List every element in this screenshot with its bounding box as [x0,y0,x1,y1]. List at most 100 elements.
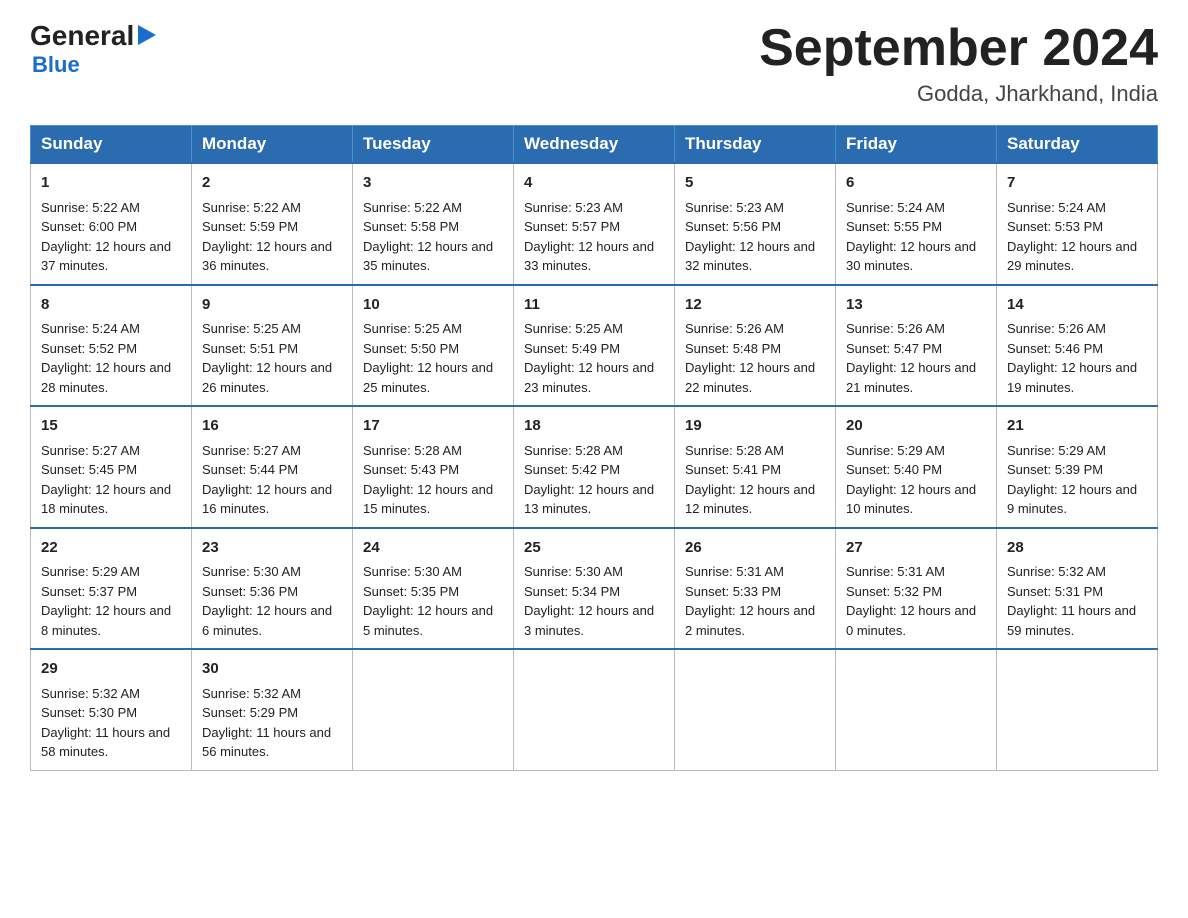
day-number: 11 [524,294,664,317]
day-number: 26 [685,537,825,560]
day-number: 1 [41,172,181,195]
day-number: 23 [202,537,342,560]
calendar-cell-5-3 [353,649,514,770]
calendar-week-5: 29 Sunrise: 5:32 AMSunset: 5:30 PMDayligh… [31,649,1158,770]
day-number: 29 [41,658,181,681]
calendar-cell-4-3: 24Sunrise: 5:30 AMSunset: 5:35 PMDayligh… [353,528,514,650]
col-monday: Monday [192,126,353,164]
calendar-cell-3-2: 16 Sunrise: 5:27 AMSunset: 5:44 PMDayligh… [192,406,353,528]
day-info: Sunrise: 5:25 AMSunset: 5:51 PMDaylight:… [202,319,342,397]
calendar-cell-2-7: 14Sunrise: 5:26 AMSunset: 5:46 PMDayligh… [997,285,1158,407]
day-number: 4 [524,172,664,195]
day-info: Sunrise: 5:27 AMSunset: 5:44 PMDaylight:… [202,441,342,519]
day-number: 3 [363,172,503,195]
logo: General Blue [30,20,156,78]
calendar-cell-2-1: 8Sunrise: 5:24 AMSunset: 5:52 PMDaylight… [31,285,192,407]
day-number: 13 [846,294,986,317]
calendar-cell-3-6: 20 Sunrise: 5:29 AMSunset: 5:40 PMDayligh… [836,406,997,528]
col-tuesday: Tuesday [353,126,514,164]
day-number: 20 [846,415,986,438]
day-info: Sunrise: 5:28 AMSunset: 5:42 PMDaylight:… [524,441,664,519]
day-info: Sunrise: 5:26 AMSunset: 5:47 PMDaylight:… [846,319,986,397]
day-info: Sunrise: 5:32 AMSunset: 5:30 PMDaylight:… [41,684,181,762]
day-info: Sunrise: 5:29 AMSunset: 5:40 PMDaylight:… [846,441,986,519]
day-info: Sunrise: 5:27 AMSunset: 5:45 PMDaylight:… [41,441,181,519]
day-info: Sunrise: 5:22 AMSunset: 5:59 PMDaylight:… [202,198,342,276]
calendar-cell-5-2: 30 Sunrise: 5:32 AMSunset: 5:29 PMDayligh… [192,649,353,770]
day-info: Sunrise: 5:30 AMSunset: 5:34 PMDaylight:… [524,562,664,640]
day-info: Sunrise: 5:22 AMSunset: 6:00 PMDaylight:… [41,198,181,276]
day-number: 30 [202,658,342,681]
calendar-cell-2-5: 12Sunrise: 5:26 AMSunset: 5:48 PMDayligh… [675,285,836,407]
calendar-cell-1-2: 2Sunrise: 5:22 AMSunset: 5:59 PMDaylight… [192,163,353,285]
col-thursday: Thursday [675,126,836,164]
calendar-week-1: 1 Sunrise: 5:22 AMSunset: 6:00 PMDaylight… [31,163,1158,285]
day-info: Sunrise: 5:26 AMSunset: 5:46 PMDaylight:… [1007,319,1147,397]
calendar-cell-1-4: 4 Sunrise: 5:23 AMSunset: 5:57 PMDaylight… [514,163,675,285]
day-info: Sunrise: 5:32 AMSunset: 5:29 PMDaylight:… [202,684,342,762]
calendar-cell-1-6: 6Sunrise: 5:24 AMSunset: 5:55 PMDaylight… [836,163,997,285]
logo-general-text: General [30,20,134,52]
col-saturday: Saturday [997,126,1158,164]
calendar-cell-4-1: 22Sunrise: 5:29 AMSunset: 5:37 PMDayligh… [31,528,192,650]
calendar-cell-4-6: 27Sunrise: 5:31 AMSunset: 5:32 PMDayligh… [836,528,997,650]
col-sunday: Sunday [31,126,192,164]
calendar-cell-5-6 [836,649,997,770]
day-info: Sunrise: 5:29 AMSunset: 5:37 PMDaylight:… [41,562,181,640]
day-number: 21 [1007,415,1147,438]
day-number: 8 [41,294,181,317]
day-number: 9 [202,294,342,317]
day-info: Sunrise: 5:30 AMSunset: 5:36 PMDaylight:… [202,562,342,640]
day-number: 27 [846,537,986,560]
calendar-week-3: 15 Sunrise: 5:27 AMSunset: 5:45 PMDayligh… [31,406,1158,528]
calendar-cell-1-5: 5Sunrise: 5:23 AMSunset: 5:56 PMDaylight… [675,163,836,285]
day-number: 15 [41,415,181,438]
calendar-table: Sunday Monday Tuesday Wednesday Thursday… [30,125,1158,771]
day-number: 25 [524,537,664,560]
day-number: 18 [524,415,664,438]
day-number: 14 [1007,294,1147,317]
calendar-cell-2-3: 10Sunrise: 5:25 AMSunset: 5:50 PMDayligh… [353,285,514,407]
calendar-cell-1-3: 3 Sunrise: 5:22 AMSunset: 5:58 PMDaylight… [353,163,514,285]
calendar-week-2: 8Sunrise: 5:24 AMSunset: 5:52 PMDaylight… [31,285,1158,407]
calendar-cell-4-7: 28Sunrise: 5:32 AMSunset: 5:31 PMDayligh… [997,528,1158,650]
col-wednesday: Wednesday [514,126,675,164]
day-number: 16 [202,415,342,438]
calendar-cell-2-4: 11Sunrise: 5:25 AMSunset: 5:49 PMDayligh… [514,285,675,407]
day-number: 7 [1007,172,1147,195]
calendar-cell-2-2: 9Sunrise: 5:25 AMSunset: 5:51 PMDaylight… [192,285,353,407]
month-title: September 2024 [759,20,1158,77]
calendar-cell-5-1: 29 Sunrise: 5:32 AMSunset: 5:30 PMDayligh… [31,649,192,770]
day-info: Sunrise: 5:23 AMSunset: 5:57 PMDaylight:… [524,198,664,276]
calendar-cell-2-6: 13Sunrise: 5:26 AMSunset: 5:47 PMDayligh… [836,285,997,407]
day-info: Sunrise: 5:23 AMSunset: 5:56 PMDaylight:… [685,198,825,276]
logo-blue-text: Blue [32,52,80,77]
page-header: General Blue September 2024 Godda, Jhark… [30,20,1158,107]
day-info: Sunrise: 5:28 AMSunset: 5:41 PMDaylight:… [685,441,825,519]
day-info: Sunrise: 5:22 AMSunset: 5:58 PMDaylight:… [363,198,503,276]
day-info: Sunrise: 5:31 AMSunset: 5:32 PMDaylight:… [846,562,986,640]
calendar-cell-5-4 [514,649,675,770]
day-info: Sunrise: 5:31 AMSunset: 5:33 PMDaylight:… [685,562,825,640]
day-info: Sunrise: 5:28 AMSunset: 5:43 PMDaylight:… [363,441,503,519]
day-number: 22 [41,537,181,560]
calendar-cell-3-5: 19 Sunrise: 5:28 AMSunset: 5:41 PMDayligh… [675,406,836,528]
calendar-cell-5-5 [675,649,836,770]
calendar-cell-4-2: 23Sunrise: 5:30 AMSunset: 5:36 PMDayligh… [192,528,353,650]
location-subtitle: Godda, Jharkhand, India [759,81,1158,107]
day-info: Sunrise: 5:24 AMSunset: 5:55 PMDaylight:… [846,198,986,276]
day-info: Sunrise: 5:30 AMSunset: 5:35 PMDaylight:… [363,562,503,640]
calendar-header-row: Sunday Monday Tuesday Wednesday Thursday… [31,126,1158,164]
calendar-week-4: 22Sunrise: 5:29 AMSunset: 5:37 PMDayligh… [31,528,1158,650]
day-info: Sunrise: 5:25 AMSunset: 5:50 PMDaylight:… [363,319,503,397]
day-number: 19 [685,415,825,438]
day-number: 12 [685,294,825,317]
day-info: Sunrise: 5:32 AMSunset: 5:31 PMDaylight:… [1007,562,1147,640]
calendar-cell-5-7 [997,649,1158,770]
calendar-cell-3-3: 17Sunrise: 5:28 AMSunset: 5:43 PMDayligh… [353,406,514,528]
calendar-cell-1-7: 7Sunrise: 5:24 AMSunset: 5:53 PMDaylight… [997,163,1158,285]
calendar-cell-3-7: 21Sunrise: 5:29 AMSunset: 5:39 PMDayligh… [997,406,1158,528]
logo-arrow-icon [138,25,156,50]
day-number: 10 [363,294,503,317]
day-info: Sunrise: 5:25 AMSunset: 5:49 PMDaylight:… [524,319,664,397]
